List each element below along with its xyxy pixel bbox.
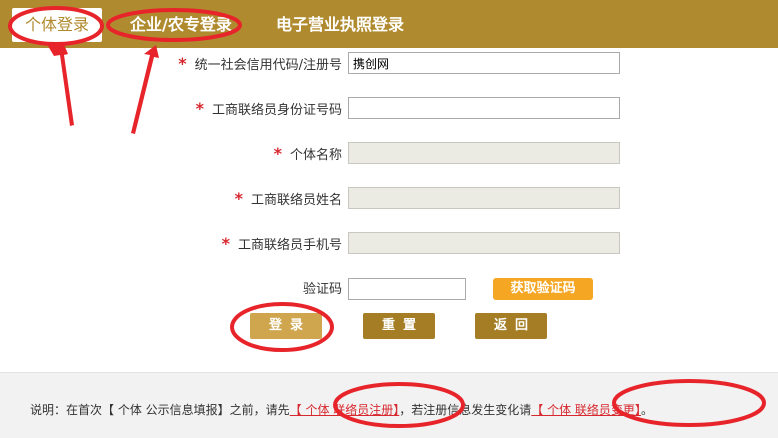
- row-liaison-id: * 工商联络员身份证号码: [0, 97, 778, 121]
- required-mark: *: [234, 189, 243, 208]
- header-bar: 个体登录 企业/农专登录 电子营业执照登录: [0, 0, 778, 48]
- row-captcha: 验证码: [0, 278, 778, 302]
- required-mark: *: [178, 54, 187, 73]
- captcha-label: 验证码: [302, 282, 342, 297]
- tab-personal-login[interactable]: 个体登录: [12, 8, 102, 42]
- reset-button[interactable]: 重置: [363, 313, 435, 339]
- tab-enterprise-login[interactable]: 企业/农专登录: [130, 8, 232, 42]
- liaison-phone-input: [348, 232, 620, 254]
- footer-note-area: 说明：在首次【 个体 公示信息填报】之前，请先【 个体 联络员注册】，若注册信息…: [0, 372, 778, 438]
- liaison-id-label: * 工商联络员身份证号码: [195, 99, 342, 118]
- entity-name-label: * 个体名称: [273, 144, 342, 163]
- login-button[interactable]: 登录: [250, 313, 322, 339]
- liaison-change-link[interactable]: 【 个体 联络员变更】: [531, 403, 641, 417]
- tab-license-login[interactable]: 电子营业执照登录: [276, 8, 404, 42]
- row-liaison-name: * 工商联络员姓名: [0, 187, 778, 211]
- row-liaison-phone: * 工商联络员手机号: [0, 232, 778, 256]
- liaison-phone-label: * 工商联络员手机号: [221, 234, 342, 253]
- row-credit-code: * 统一社会信用代码/注册号: [0, 52, 778, 76]
- captcha-input[interactable]: [348, 278, 466, 300]
- get-code-button[interactable]: 获取验证码: [493, 278, 593, 300]
- row-entity-name: * 个体名称: [0, 142, 778, 166]
- liaison-name-input: [348, 187, 620, 209]
- footer-note: 说明：在首次【 个体 公示信息填报】之前，请先【 个体 联络员注册】，若注册信息…: [30, 403, 653, 417]
- required-mark: *: [221, 234, 230, 253]
- liaison-name-label: * 工商联络员姓名: [234, 189, 342, 208]
- required-mark: *: [273, 144, 282, 163]
- credit-code-input[interactable]: [348, 52, 620, 74]
- required-mark: *: [195, 99, 204, 118]
- liaison-register-link[interactable]: 【 个体 联络员注册】: [290, 403, 400, 417]
- back-button[interactable]: 返回: [475, 313, 547, 339]
- credit-code-label: * 统一社会信用代码/注册号: [178, 54, 342, 73]
- liaison-id-input[interactable]: [348, 97, 620, 119]
- entity-name-input: [348, 142, 620, 164]
